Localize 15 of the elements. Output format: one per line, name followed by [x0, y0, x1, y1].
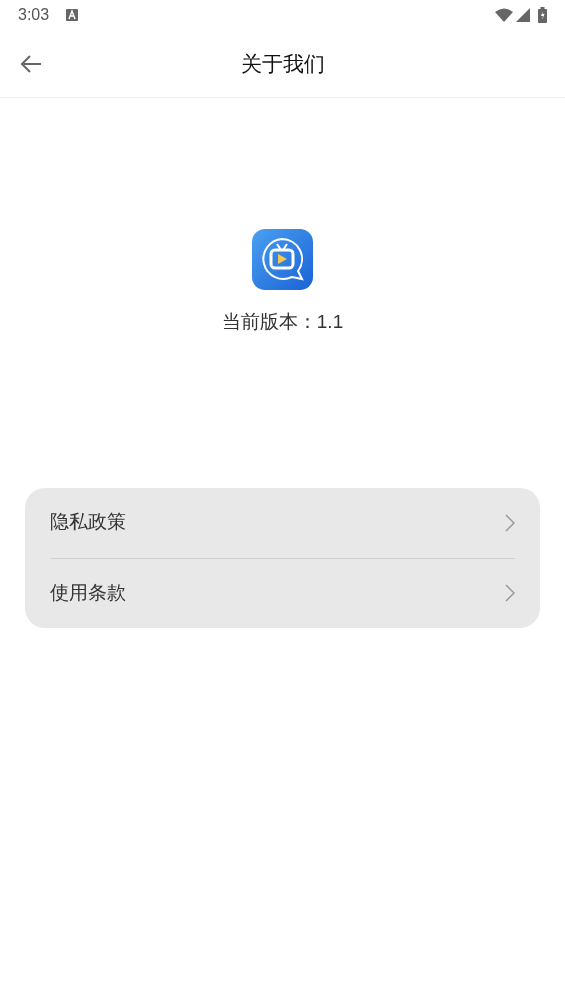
version-text: 当前版本：1.1 [221, 310, 344, 334]
status-time: 3:03 [18, 5, 50, 25]
battery-icon [538, 7, 547, 23]
app-logo-icon [252, 229, 313, 290]
chevron-right-icon [505, 513, 515, 532]
signal-icon [516, 8, 530, 22]
notification-icon [66, 9, 79, 21]
menu-label: 隐私政策 [50, 510, 127, 535]
menu-label: 使用条款 [50, 580, 127, 605]
wifi-icon [495, 8, 513, 22]
page-title: 关于我们 [240, 50, 325, 77]
menu-item[interactable]: 使用条款 [50, 557, 515, 628]
chevron-right-icon [505, 584, 515, 602]
back-arrow-icon [20, 54, 42, 73]
menu-item[interactable]: 隐私政策 [50, 487, 515, 558]
